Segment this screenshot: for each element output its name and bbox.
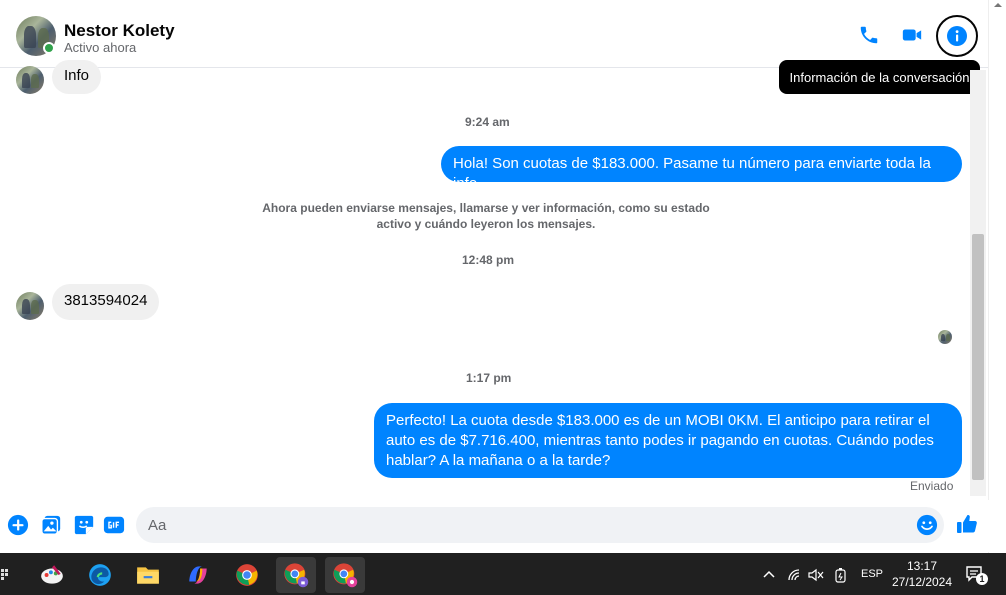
show-hidden-icons-button[interactable]	[760, 567, 778, 583]
taskbar-chrome[interactable]	[227, 557, 267, 593]
incoming-message[interactable]: 3813594024	[52, 284, 160, 320]
clock-time: 13:17	[906, 559, 938, 573]
attach-photo-button[interactable]	[40, 514, 62, 536]
outgoing-message[interactable]: Perfecto! La cuota desde $183.000 es de …	[374, 403, 962, 478]
thumbs-up-icon	[957, 514, 977, 533]
contact-name[interactable]: Nestor Kolety	[64, 21, 175, 41]
info-icon	[947, 26, 967, 46]
message-input[interactable]	[136, 507, 944, 543]
conversation-header: Nestor Kolety Activo ahora	[0, 0, 1006, 68]
battery-icon	[835, 568, 846, 583]
notification-count-badge: 1	[976, 573, 988, 585]
wifi-icon	[788, 569, 800, 581]
copilot-icon	[189, 566, 207, 584]
volume-control[interactable]	[807, 567, 825, 583]
page-scrollbar[interactable]	[988, 0, 1006, 553]
sender-avatar	[16, 292, 44, 320]
contact-status: Activo ahora	[64, 40, 137, 55]
incoming-message[interactable]: Info	[52, 60, 102, 94]
outgoing-message[interactable]: Hola! Son cuotas de $183.000. Pasame tu …	[441, 146, 962, 192]
input-language[interactable]: ESP	[861, 568, 883, 580]
taskbar-edge-browser[interactable]	[80, 557, 120, 593]
timestamp: 1:17 pm	[466, 371, 512, 385]
video-call-button[interactable]	[894, 17, 930, 53]
more-actions-button[interactable]	[7, 514, 29, 536]
chevron-up-icon	[763, 570, 775, 578]
sticker-button[interactable]	[73, 514, 95, 536]
phone-icon	[860, 26, 878, 44]
taskbar-file-explorer[interactable]	[128, 557, 168, 593]
emoji-button[interactable]	[916, 514, 938, 536]
battery-status[interactable]	[832, 567, 850, 583]
delivery-status: Enviado	[910, 479, 954, 493]
folder-icon	[137, 567, 159, 584]
taskbar-paint-app[interactable]	[32, 557, 72, 593]
sender-avatar	[16, 66, 44, 94]
taskbar-chrome-profile-1[interactable]	[276, 557, 316, 593]
chrome-icon	[236, 564, 258, 586]
conversation-info-button[interactable]	[936, 15, 978, 57]
timestamp: 12:48 pm	[462, 253, 515, 267]
taskbar-chrome-profile-2[interactable]	[325, 557, 365, 593]
speaker-muted-icon	[808, 568, 824, 582]
notification-center-button[interactable]: 1	[963, 564, 989, 586]
chrome-profile-icon	[333, 563, 358, 588]
clock-date: 27/12/2024	[891, 575, 953, 589]
paint-palette-icon	[41, 565, 63, 584]
gif-icon	[103, 516, 125, 534]
taskbar-copilot[interactable]	[178, 557, 218, 593]
online-indicator	[43, 42, 55, 54]
plus-circle-icon	[7, 514, 29, 536]
chrome-profile-icon	[284, 563, 309, 588]
network-status[interactable]	[786, 567, 804, 583]
smiley-icon	[916, 514, 938, 536]
messages-scrollbar-thumb[interactable]	[972, 234, 984, 480]
taskbar-widgets[interactable]	[0, 557, 12, 593]
info-tooltip: Información de la conversación	[779, 60, 980, 94]
audio-call-button[interactable]	[851, 17, 887, 53]
scroll-up-icon	[994, 3, 1002, 7]
send-like-button[interactable]	[955, 512, 979, 536]
edge-browser-icon	[89, 564, 111, 586]
seen-receipt-avatar	[938, 330, 952, 344]
video-camera-icon	[902, 29, 922, 41]
system-notice: Ahora pueden enviarse mensajes, llamarse…	[262, 201, 710, 231]
gif-button[interactable]	[103, 514, 125, 536]
gallery-icon	[41, 515, 61, 535]
timestamp: 9:24 am	[465, 115, 510, 129]
system-clock[interactable]: 13:17 27/12/2024	[884, 558, 960, 590]
widgets-icon	[1, 569, 8, 580]
sticker-icon	[74, 515, 94, 535]
